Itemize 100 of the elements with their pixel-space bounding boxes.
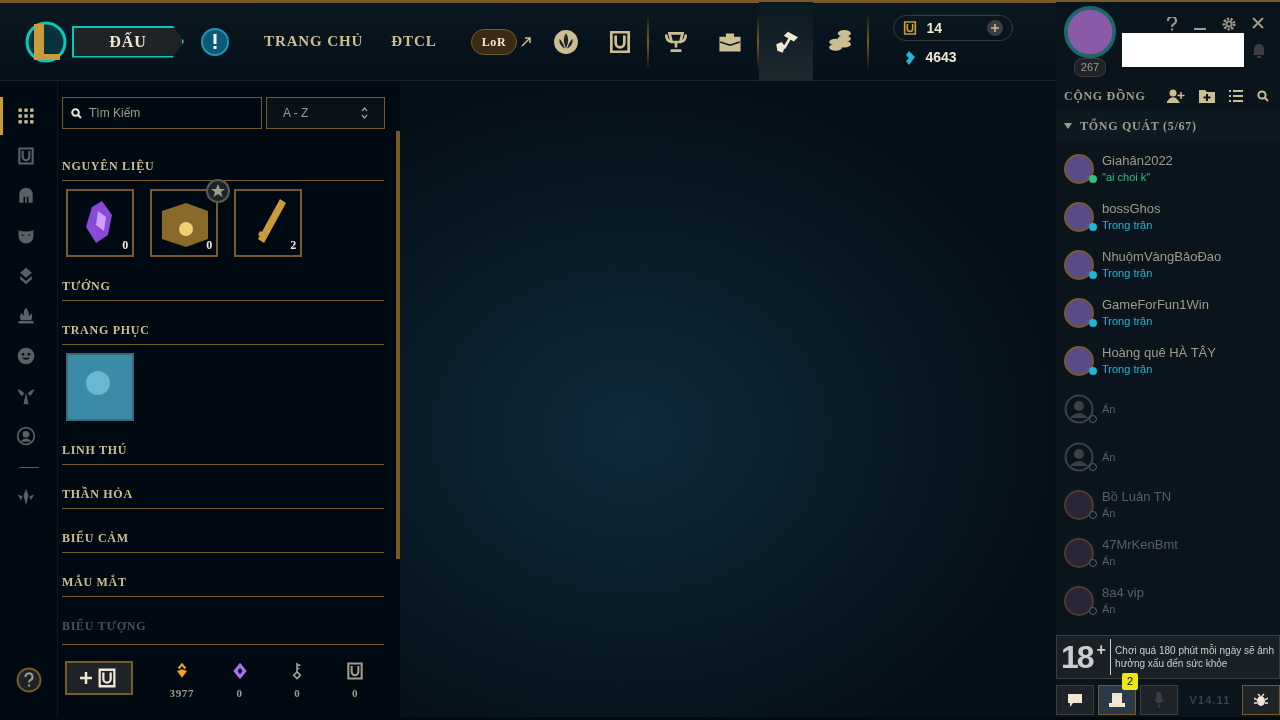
avatar-circle (1064, 538, 1094, 568)
user-icon (15, 426, 36, 446)
category-heading[interactable]: MẮU MẮT (62, 567, 384, 597)
friend-status: Ẩn (1102, 602, 1117, 617)
notes-button[interactable] (1098, 685, 1136, 715)
total-count: 3977 (169, 685, 195, 701)
add-icon[interactable] (986, 19, 1005, 37)
total-count: 0 (352, 685, 359, 701)
avatar-circle (1064, 490, 1094, 520)
avatar-circle (1064, 346, 1094, 376)
level-badge: 267 (1073, 58, 1107, 77)
friend-row[interactable]: bossGhos Trong trận (1056, 193, 1280, 241)
avatar-circle (1064, 250, 1094, 280)
friend-row[interactable]: Giahân2022 "ai choi k" (1056, 145, 1280, 193)
chest-outline-icon (15, 146, 36, 166)
friend-status: Ẩn (1102, 506, 1117, 521)
add-chest-button[interactable] (65, 660, 133, 695)
loot-tile[interactable] (66, 353, 134, 421)
notification-badge: 2 (1122, 673, 1139, 690)
avatar-circle[interactable] (1064, 6, 1116, 59)
friend-status: "ai choi k" (1102, 170, 1152, 185)
scrollbar[interactable] (396, 131, 400, 559)
loot-tile[interactable]: 0 (66, 189, 134, 257)
category-heading[interactable]: TRANG PHỤC (62, 315, 384, 345)
close-icon[interactable] (1252, 16, 1264, 29)
external-link-icon (521, 36, 532, 47)
friend-status: Trong trận (1102, 314, 1154, 329)
nav-tab[interactable]: ĐTCL (381, 30, 447, 53)
avatar-circle (1064, 298, 1094, 328)
search-field[interactable]: Tìm Kiếm (62, 97, 262, 129)
friend-name: bossGhos (1102, 201, 1161, 217)
chest-outline-icon (345, 660, 366, 681)
rp-amount: 14 (926, 18, 943, 38)
friend-name: 47MrKenBmt (1102, 537, 1178, 553)
logo-icon (24, 19, 68, 64)
updown-icon (361, 107, 368, 119)
health-warning: Chơi quá 180 phút mỗi ngày sẽ ảnh hưởng xấu đến sức khỏe (1115, 644, 1275, 670)
category-heading[interactable]: BIỂU CẢM (62, 523, 384, 553)
friend-name: GameForFun1Win (1102, 297, 1209, 313)
speech-bubble-icon (1068, 693, 1082, 707)
skin-portrait-placeholder (68, 355, 132, 419)
friend-status: Ẩn (1102, 450, 1116, 465)
loot-tile[interactable]: 0 (150, 189, 218, 257)
category-heading[interactable]: NGUYÊN LIỆU (62, 151, 384, 181)
plus-icon (80, 671, 92, 684)
sort-dropdown[interactable]: A - Z (266, 97, 385, 129)
user-silhouette-icon (1064, 442, 1094, 472)
friend-row[interactable]: GameForFun1Win Trong trận (1056, 289, 1280, 337)
riot-points-icon (902, 20, 919, 36)
friend-name: Giahân2022 (1102, 153, 1173, 169)
friend-status: Trong trận (1102, 266, 1154, 281)
loot-tile[interactable]: 2 (234, 189, 302, 257)
help-icon[interactable] (1166, 16, 1178, 31)
age-rating: 18 (1061, 638, 1093, 677)
user-silhouette-icon (1064, 394, 1094, 424)
avatar-circle (1064, 154, 1094, 184)
friend-name: 8a4 vip (1102, 585, 1144, 601)
be-amount: 4643 (925, 48, 957, 67)
chest-outline-icon (96, 666, 118, 689)
bug-report-button[interactable] (1242, 685, 1280, 715)
settings-icon[interactable] (1222, 16, 1236, 31)
list-icon[interactable] (1229, 90, 1244, 102)
nav-tab[interactable]: TRANG CHỦ (254, 30, 374, 53)
smiley-icon (15, 346, 36, 366)
friend-row[interactable]: Hoàng quê HÀ TÂY Trong trận (1056, 337, 1280, 385)
friend-status: Ẩn (1102, 402, 1116, 417)
friend-row[interactable]: NhuộmVàngBảoĐao Trong trận (1056, 241, 1280, 289)
plus-sign: + (1096, 640, 1106, 660)
microphone-icon (1154, 692, 1164, 708)
add-folder-icon[interactable] (1199, 89, 1216, 103)
caret-icon[interactable] (1064, 123, 1072, 129)
social-title: CỘNG ĐỒNG (1064, 87, 1146, 105)
category-heading[interactable]: TƯỚNG (62, 271, 384, 301)
item-count: 2 (290, 237, 297, 254)
search-icon[interactable] (1257, 90, 1270, 102)
play-button[interactable]: ĐẤU (72, 25, 184, 58)
item-count: 0 (122, 237, 129, 254)
category-heading[interactable]: THẦN HỎA (62, 479, 384, 509)
help-icon[interactable] (16, 667, 42, 693)
friend-status: Ẩn (1102, 554, 1117, 569)
nav-icon-tab[interactable] (759, 1, 814, 82)
friend-status: Trong trận (1102, 218, 1154, 233)
total-count: 0 (294, 685, 301, 701)
friend-status: Trong trận (1102, 362, 1154, 377)
category-heading[interactable]: LINH THÚ (62, 435, 384, 465)
scroll-icon (1109, 693, 1125, 707)
search-icon (71, 108, 82, 119)
lor-button[interactable]: LoR (470, 28, 518, 55)
friend-name: Bồ Luân TN (1102, 489, 1172, 505)
emblem-icon (553, 28, 580, 55)
bug-icon (1254, 693, 1268, 707)
item-count: 0 (206, 237, 213, 254)
chat-button[interactable] (1056, 685, 1094, 715)
alert-icon[interactable] (200, 26, 230, 57)
avatar-circle (1064, 586, 1094, 616)
avatar-circle (1064, 202, 1094, 232)
total-count: 0 (236, 685, 243, 701)
friend-name: NhuộmVàngBảoĐao (1102, 249, 1222, 265)
friend-name: Hoàng quê HÀ TÂY (1102, 345, 1216, 361)
add-friend-icon[interactable] (1167, 89, 1186, 103)
